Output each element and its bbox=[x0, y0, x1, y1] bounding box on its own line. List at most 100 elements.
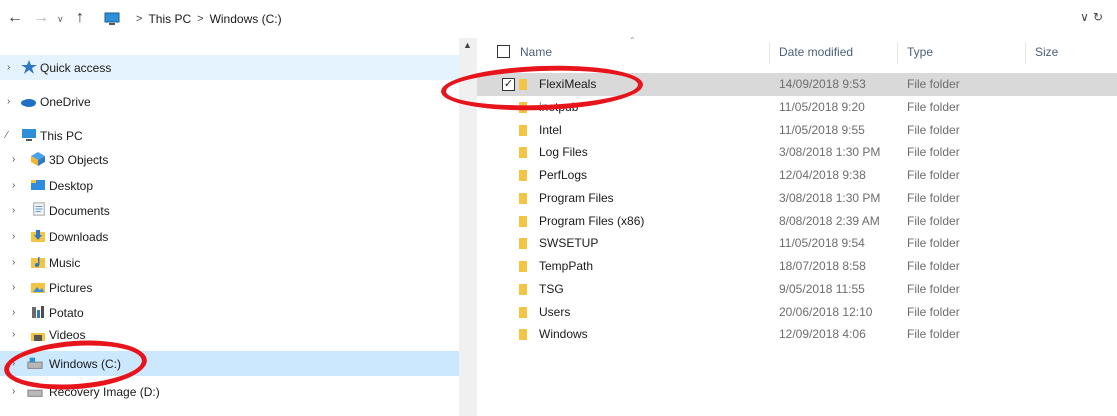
select-all-checkbox[interactable] bbox=[497, 45, 510, 58]
table-row[interactable]: Program Files 3/08/2018 1:30 PM File folde… bbox=[477, 187, 1117, 210]
sidebar-item-desktop[interactable]: › Desktop bbox=[0, 173, 459, 198]
chevron-right-icon[interactable]: › bbox=[12, 307, 15, 318]
navigation-pane: › Quick access › OneDrive ⁄ This PC › 3D… bbox=[0, 38, 459, 416]
sidebar-item-recovery-d[interactable]: › Recovery Image (D:) bbox=[0, 379, 459, 404]
breadcrumb-separator: > bbox=[136, 13, 143, 25]
address-bar: ← → ∨ ↑ > This PC > Windows (C:) ∨↻ bbox=[0, 0, 1117, 38]
folder-icon bbox=[519, 147, 527, 159]
breadcrumb[interactable]: > This PC > Windows (C:) bbox=[104, 10, 282, 28]
file-type: File folder bbox=[907, 327, 960, 342]
sidebar-item-label: Pictures bbox=[49, 280, 93, 295]
date-modified: 12/09/2018 4:06 bbox=[779, 327, 866, 342]
date-modified: 3/08/2018 1:30 PM bbox=[779, 190, 881, 205]
sidebar-item-label: Windows (C:) bbox=[49, 356, 122, 371]
table-row[interactable]: Log Files 3/08/2018 1:30 PM File folder bbox=[477, 141, 1117, 164]
chevron-expanded-icon[interactable]: ⁄ bbox=[6, 130, 8, 141]
chevron-right-icon[interactable]: › bbox=[12, 257, 15, 268]
folder-icon bbox=[519, 329, 527, 341]
sidebar-item-label: OneDrive bbox=[40, 94, 91, 109]
sidebar-item-label: Quick access bbox=[40, 60, 112, 75]
address-controls: ∨↻ bbox=[1080, 10, 1107, 24]
sidebar-item-downloads[interactable]: › Downloads bbox=[0, 224, 459, 249]
column-divider[interactable] bbox=[1025, 42, 1026, 64]
chevron-right-icon[interactable]: › bbox=[12, 205, 15, 216]
folder-icon bbox=[519, 215, 527, 227]
table-row[interactable]: Program Files (x86) 8/08/2018 2:39 AM File… bbox=[477, 210, 1117, 233]
date-modified: 14/09/2018 9:53 bbox=[779, 77, 866, 91]
sidebar-item-quick-access[interactable]: › Quick access bbox=[0, 55, 459, 80]
sidebar-item-pictures[interactable]: › Pictures bbox=[0, 275, 459, 300]
file-type: File folder bbox=[907, 145, 960, 160]
arrow-left-icon[interactable]: ← bbox=[7, 9, 23, 27]
arrow-up-icon[interactable]: ↑ bbox=[76, 9, 84, 27]
sidebar-item-onedrive[interactable]: › OneDrive bbox=[0, 89, 459, 114]
this-pc-icon bbox=[104, 12, 120, 25]
table-row[interactable]: ✓ FlexiMeals 14/09/2018 9:53 File folder bbox=[477, 73, 1117, 96]
file-name: inetpub bbox=[539, 99, 579, 114]
sidebar-item-label: Desktop bbox=[49, 178, 94, 193]
column-header-label: Name bbox=[520, 45, 553, 59]
column-header-date[interactable]: Date modified bbox=[779, 38, 853, 66]
chevron-right-icon[interactable]: › bbox=[7, 96, 10, 107]
chevron-down-icon[interactable]: ∨ bbox=[57, 10, 64, 28]
column-divider[interactable] bbox=[897, 42, 898, 64]
file-name: PerfLogs bbox=[539, 168, 588, 182]
scroll-up-icon[interactable]: ▲ bbox=[463, 40, 472, 50]
sidebar-item-3d-objects[interactable]: › 3D Objects bbox=[0, 147, 459, 172]
nav-scrollbar[interactable]: ▲ bbox=[459, 38, 477, 416]
column-header-type[interactable]: Type bbox=[907, 38, 933, 66]
file-name: SWSETUP bbox=[539, 236, 599, 251]
table-row[interactable]: Windows 12/09/2018 4:06 File folder bbox=[477, 323, 1117, 346]
chevron-right-icon[interactable]: › bbox=[12, 358, 15, 369]
chevron-down-icon[interactable]: ∨ bbox=[1080, 10, 1093, 24]
sidebar-item-windows-c[interactable]: › Windows (C:) bbox=[0, 351, 459, 376]
table-row[interactable]: PerfLogs 12/04/2018 9:38 File folder bbox=[477, 164, 1117, 187]
date-modified: 18/07/2018 8:58 bbox=[779, 259, 866, 273]
table-row[interactable]: SWSETUP 11/05/2018 9:54 File folder bbox=[477, 232, 1117, 255]
column-header-name[interactable]: Name bbox=[520, 38, 552, 66]
cloud-icon bbox=[21, 99, 36, 107]
sidebar-item-videos[interactable]: › Videos bbox=[0, 327, 459, 341]
chevron-right-icon[interactable]: › bbox=[12, 180, 15, 191]
table-row[interactable]: Intel 11/05/2018 9:55 File folder bbox=[477, 119, 1117, 142]
sidebar-item-label: Downloads bbox=[49, 229, 109, 244]
file-list: Name ⌃ Date modified Type Size ✓ FlexiMea… bbox=[477, 36, 1117, 416]
file-type: File folder bbox=[907, 122, 960, 137]
file-icon bbox=[32, 306, 44, 318]
row-checkbox[interactable]: ✓ bbox=[502, 78, 515, 91]
sidebar-item-music[interactable]: › Music bbox=[0, 250, 459, 275]
file-type: File folder bbox=[907, 304, 960, 319]
sidebar-item-potato[interactable]: › Potato bbox=[0, 300, 459, 325]
computer-icon bbox=[22, 129, 36, 141]
chevron-right-icon[interactable]: › bbox=[12, 154, 15, 165]
column-header-label: Type bbox=[907, 45, 934, 59]
date-modified: 11/05/2018 9:55 bbox=[779, 122, 865, 137]
sidebar-item-label: Videos bbox=[49, 328, 86, 341]
sidebar-item-documents[interactable]: › Documents bbox=[0, 198, 459, 223]
arrow-right-icon[interactable]: → bbox=[33, 9, 49, 27]
file-type: File folder bbox=[907, 213, 960, 228]
breadcrumb-this-pc[interactable]: This PC bbox=[148, 12, 191, 26]
chevron-right-icon[interactable]: › bbox=[12, 231, 15, 242]
folder-icon bbox=[519, 261, 527, 272]
table-row[interactable]: inetpub 11/05/2018 9:20 File folder bbox=[477, 96, 1117, 119]
folder-icon bbox=[519, 79, 527, 90]
column-divider[interactable] bbox=[769, 42, 770, 64]
chevron-right-icon[interactable]: › bbox=[12, 329, 15, 340]
table-row[interactable]: TSG 9/05/2018 11:55 File folder bbox=[477, 278, 1117, 301]
file-name: Log Files bbox=[539, 145, 588, 160]
file-name: TSG bbox=[539, 281, 564, 296]
file-type: File folder bbox=[907, 77, 960, 91]
sidebar-item-this-pc[interactable]: ⁄ This PC bbox=[0, 123, 459, 148]
breadcrumb-windows-c[interactable]: Windows (C:) bbox=[210, 12, 282, 26]
refresh-icon[interactable]: ↻ bbox=[1093, 10, 1107, 24]
column-header-label: Date modified bbox=[779, 45, 854, 59]
chevron-right-icon[interactable]: › bbox=[7, 62, 10, 73]
chevron-right-icon[interactable]: › bbox=[12, 386, 15, 397]
table-row[interactable]: TempPath 18/07/2018 8:58 File folder bbox=[477, 255, 1117, 278]
chevron-right-icon[interactable]: › bbox=[12, 282, 15, 293]
folder-icon bbox=[519, 306, 527, 318]
table-row[interactable]: Users 20/06/2018 12:10 File folder bbox=[477, 301, 1117, 324]
file-name: Windows bbox=[539, 327, 588, 342]
column-header-size[interactable]: Size bbox=[1035, 38, 1058, 66]
